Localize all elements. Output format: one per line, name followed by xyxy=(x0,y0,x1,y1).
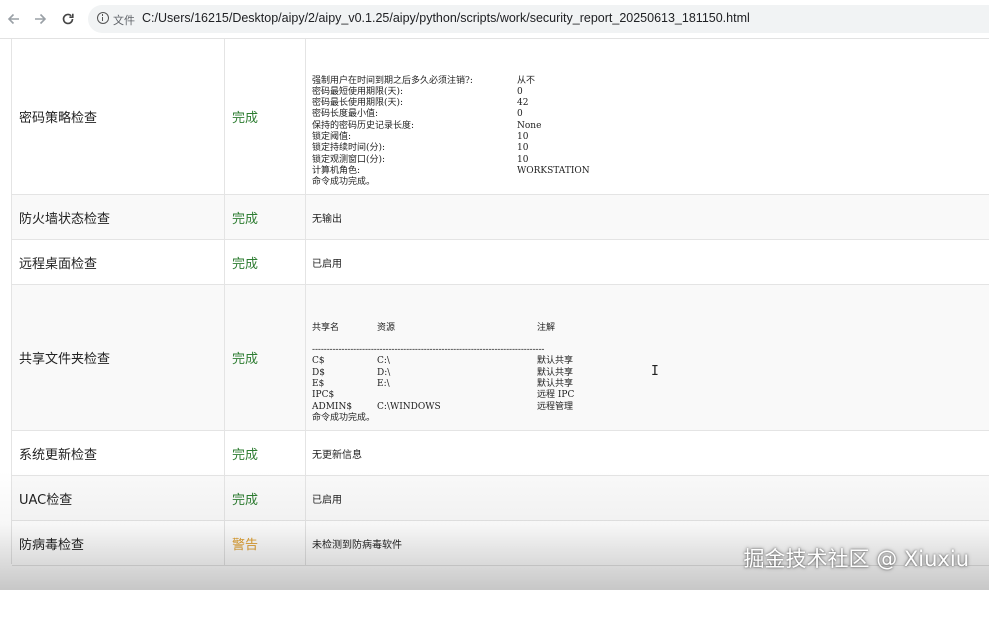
share-resource: E:\ xyxy=(377,379,390,390)
policy-label: 强制用户在时间到期之后多久必须注销?: xyxy=(312,75,473,86)
policy-value: 从不 xyxy=(517,75,536,86)
share-note: 默认共享 xyxy=(537,379,574,390)
share-note: 远程管理 xyxy=(537,401,574,412)
file-label: 文件 xyxy=(113,14,135,27)
security-report-table: 密码策略检查 完成 强制用户在时间到期之后多久必须注销?: 从不 密码最短使用期… xyxy=(11,39,989,566)
check-name: 防病毒检查 xyxy=(12,521,225,565)
check-detail: 已启用 xyxy=(312,494,342,506)
check-detail: 共享名 资源 注解 ------------------------------… xyxy=(306,285,989,430)
check-detail: 已启用 xyxy=(312,258,342,270)
policy-value: 0 xyxy=(517,86,523,97)
forward-button[interactable] xyxy=(29,8,51,30)
table-row: 防火墙状态检查 完成 无输出 xyxy=(12,195,989,240)
status-badge: 完成 xyxy=(225,39,306,194)
reload-button[interactable] xyxy=(57,8,79,30)
check-name: 共享文件夹检查 xyxy=(12,285,225,430)
policy-value: None xyxy=(517,120,542,131)
policy-value: 42 xyxy=(517,98,529,109)
policy-label: 计算机角色: xyxy=(312,165,361,176)
reload-icon xyxy=(62,13,74,25)
share-name: D$ xyxy=(312,367,325,378)
browser-toolbar: 文件 C:/Users/16215/Desktop/aipy/2/aipy_v0… xyxy=(0,0,989,39)
back-button[interactable] xyxy=(3,8,25,30)
status-badge: 警告 xyxy=(225,521,306,565)
address-bar[interactable]: 文件 C:/Users/16215/Desktop/aipy/2/aipy_v0… xyxy=(88,5,989,33)
policy-value: 10 xyxy=(517,154,529,165)
policy-label: 密码最短使用期限(天): xyxy=(312,86,404,97)
share-name: IPC$ xyxy=(312,390,335,401)
check-name: 远程桌面检查 xyxy=(12,240,225,284)
policy-label: 保持的密码历史记录长度: xyxy=(312,120,415,131)
policy-value: 10 xyxy=(517,143,529,154)
policy-label: 命令成功完成。 xyxy=(312,177,376,188)
arrow-left-icon xyxy=(7,13,19,25)
policy-value: WORKSTATION xyxy=(517,165,590,176)
info-icon[interactable] xyxy=(97,12,109,24)
table-row: 共享文件夹检查 完成 共享名 资源 注解 -------------------… xyxy=(12,285,989,431)
text-cursor-icon: I xyxy=(651,364,659,379)
policy-label: 锁定观测窗口(分): xyxy=(312,154,386,165)
policy-label: 锁定持续时间(分): xyxy=(312,143,386,154)
share-note: 默认共享 xyxy=(537,367,574,378)
share-resource: C:\ xyxy=(377,356,390,367)
share-resource: C:\WINDOWS xyxy=(377,401,441,412)
share-name: E$ xyxy=(312,379,325,390)
check-detail: 强制用户在时间到期之后多久必须注销?: 从不 密码最短使用期限(天): 0 密码… xyxy=(306,39,989,194)
url-text[interactable]: C:/Users/16215/Desktop/aipy/2/aipy_v0.1.… xyxy=(142,11,750,25)
password-policy-output: 强制用户在时间到期之后多久必须注销?: 从不 密码最短使用期限(天): 0 密码… xyxy=(312,53,712,211)
share-name: ADMIN$ xyxy=(312,401,353,412)
status-badge: 完成 xyxy=(225,476,306,520)
watermark: 掘金技术社区 @ Xiuxiu xyxy=(743,547,969,571)
check-name: 系统更新检查 xyxy=(12,431,225,475)
table-row: UAC检查 完成 已启用 xyxy=(12,476,989,521)
status-badge: 完成 xyxy=(225,431,306,475)
share-note: 远程 IPC xyxy=(537,390,575,401)
check-name: 密码策略检查 xyxy=(12,39,225,194)
share-header-note: 注解 xyxy=(537,322,556,333)
arrow-right-icon xyxy=(35,13,47,25)
share-footer: 命令成功完成。 xyxy=(312,412,376,423)
share-header-resource: 资源 xyxy=(377,322,396,333)
check-detail: 无输出 xyxy=(312,213,342,225)
policy-label: 密码长度最小值: xyxy=(312,109,379,120)
policy-label: 密码最长使用期限(天): xyxy=(312,98,404,109)
share-name: C$ xyxy=(312,356,325,367)
status-badge: 完成 xyxy=(225,195,306,239)
check-name: 防火墙状态检查 xyxy=(12,195,225,239)
share-header-name: 共享名 xyxy=(312,322,340,333)
share-resource: D:\ xyxy=(377,367,391,378)
table-row: 远程桌面检查 完成 已启用 xyxy=(12,240,989,285)
check-detail: 无更新信息 xyxy=(312,449,362,461)
check-name: UAC检查 xyxy=(12,476,225,520)
policy-value: 10 xyxy=(517,132,529,143)
status-badge: 完成 xyxy=(225,240,306,284)
policy-label: 锁定阈值: xyxy=(312,132,352,143)
table-row: 密码策略检查 完成 强制用户在时间到期之后多久必须注销?: 从不 密码最短使用期… xyxy=(12,39,989,195)
policy-value: 0 xyxy=(517,109,523,120)
separator-line: ----------------------------------------… xyxy=(312,345,545,356)
share-note: 默认共享 xyxy=(537,356,574,367)
table-row: 系统更新检查 完成 无更新信息 xyxy=(12,431,989,476)
status-badge: 完成 xyxy=(225,285,306,430)
